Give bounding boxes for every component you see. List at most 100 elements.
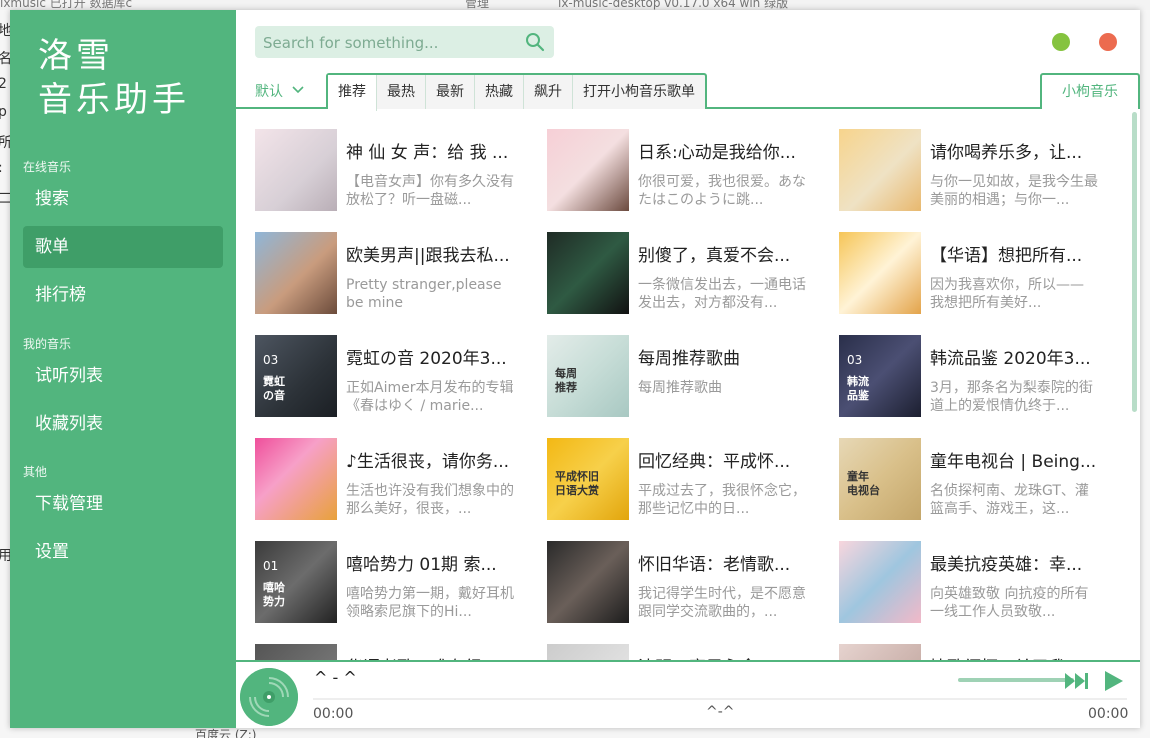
playlist-card[interactable]: 神 仙 女 声：给 我 ... 【电音女声】你有多久没有放松了？听一盘磁... (255, 129, 525, 213)
chevron-down-icon (292, 86, 304, 94)
background-text: lxmusic 已打开 数据库c (0, 0, 133, 10)
scrollbar[interactable] (1132, 112, 1137, 412)
playlist-cover-image[interactable] (255, 129, 337, 211)
main-panel: 默认 推荐 最热 最新 热藏 飙升 打开小枸音乐歌单 小枸音乐 神 仙 女 声：… (236, 10, 1140, 728)
search-icon[interactable] (525, 32, 545, 52)
sidebar-item-leaderboard[interactable]: 排行榜 (23, 274, 223, 316)
playlist-title[interactable]: 情歌缅怀 | 关于我... (930, 653, 1102, 660)
playlist-card[interactable]: 怀旧华语：老情歌... 我记得学生时代，是不愿意跟同学交流歌曲的，... (547, 541, 817, 625)
playlist-title[interactable]: 请你喝养乐多，让... (930, 138, 1102, 163)
sidebar: 洛雪 音乐助手 在线音乐 搜索 歌单 排行榜 我的音乐 试听列表 收藏列表 其他… (10, 10, 236, 728)
minimize-button[interactable] (1052, 33, 1070, 51)
playlist-card[interactable]: 03 韩流 品鉴 韩流品鉴 2020年3... 3月，那条名为梨泰院的街道上的爱恨情仇终… (839, 335, 1109, 419)
playlist-title[interactable]: 别傻了，真爱不会... (638, 241, 810, 266)
playlist-card[interactable]: 别傻了，真爱不会... 一条微信发出去，一通电话发出去，对方都没有... (547, 232, 817, 316)
playlist-title[interactable]: 日系:心动是我给你... (638, 138, 810, 163)
playlist-title[interactable]: 回忆经典：平成怀... (638, 447, 810, 472)
playlist-cover-image[interactable] (547, 644, 629, 660)
sidebar-item-settings[interactable]: 设置 (23, 531, 223, 573)
playlist-title[interactable]: 童年电视台 | Being... (930, 447, 1102, 472)
playlist-cover-image[interactable]: 01 嘻哈 势力 (255, 541, 337, 623)
playlist-cover-image[interactable] (547, 232, 629, 314)
playlist-cover-image[interactable] (255, 438, 337, 520)
playlist-description: 我记得学生时代，是不愿意跟同学交流歌曲的，... (638, 586, 806, 620)
playlist-cover-image[interactable]: 童年 电视台 (839, 438, 921, 520)
playlist-card[interactable]: 请你喝养乐多，让... 与你一见如故，是我今生最美丽的相遇；与你一... (839, 129, 1109, 213)
playlist-cover-image[interactable] (839, 644, 921, 660)
playlist-title[interactable]: 最美抗疫英雄：幸... (930, 550, 1102, 575)
app-logo: 洛雪 音乐助手 (38, 34, 190, 122)
playlist-card[interactable]: 【华语】想把所有... 因为我喜欢你，所以—— 我想把所有美好... (839, 232, 1109, 316)
playlist-description: 3月，那条名为梨泰院的街道上的爱恨情仇终于... (930, 380, 1093, 414)
search-input[interactable] (261, 31, 520, 55)
volume-slider[interactable] (958, 678, 1074, 682)
tab-newest[interactable]: 最新 (426, 75, 475, 109)
desktop-background-top: lxmusic 已打开 数据库c 管理 lx-music-desktop v0.… (0, 0, 1150, 10)
playlist-description: 因为我喜欢你，所以—— 我想把所有美好... (930, 277, 1084, 311)
playlist-cover-image[interactable] (255, 232, 337, 314)
playlist-cover-image[interactable] (547, 129, 629, 211)
playlist-card[interactable]: 03 霓虹 の音 霓虹の音 2020年3... 正如Aimer本月发布的专辑《春はゆく … (255, 335, 525, 419)
tab-rising[interactable]: 飙升 (524, 75, 573, 109)
playlist-cover-image[interactable]: 03 韩流 品鉴 (839, 335, 921, 417)
playlist-cover-image[interactable] (255, 644, 337, 660)
playlist-cover-image[interactable] (839, 232, 921, 314)
playlist-card[interactable]: 情歌缅怀 | 关于我... (839, 644, 1109, 660)
playlist-card[interactable]: 最美抗疫英雄：幸... 向英雄致敬 向抗疫的所有一线工作人员致敬... (839, 541, 1109, 625)
sidebar-item-search[interactable]: 搜索 (23, 178, 223, 220)
sort-dropdown[interactable]: 默认 (255, 81, 304, 101)
tab-hottest[interactable]: 最热 (377, 75, 426, 109)
album-disc-icon[interactable] (240, 668, 298, 726)
cover-text: 推荐 (555, 381, 577, 394)
playlist-card[interactable]: 华语老歌：唯有经... (255, 644, 525, 660)
playlist-title[interactable]: 清明：寄思永念... (638, 653, 810, 660)
playlist-cover-image[interactable]: 每周 推荐 (547, 335, 629, 417)
sidebar-item-downloads[interactable]: 下载管理 (23, 483, 223, 525)
playlist-description: 你很可爱，我也很爱。あなたはこのように跳... (638, 174, 806, 208)
playlist-card[interactable]: 01 嘻哈 势力 嘻哈势力 01期 索... 嘻哈势力第一期，戴好耳机领略索尼旗下的Hi… (255, 541, 525, 625)
track-artist: ^-^ (706, 704, 735, 720)
playlist-card[interactable]: 平成怀旧 日语大赏 回忆经典：平成怀... 平成过去了，我很怀念它，那些记忆中的日..… (547, 438, 817, 522)
sidebar-item-favorites[interactable]: 收藏列表 (23, 403, 223, 445)
app-window: 洛雪 音乐助手 在线音乐 搜索 歌单 排行榜 我的音乐 试听列表 收藏列表 其他… (10, 10, 1140, 728)
close-button[interactable] (1099, 33, 1117, 51)
playlist-cover-image[interactable] (839, 129, 921, 211)
playlist-title[interactable]: 嘻哈势力 01期 索... (346, 550, 518, 575)
tab-recommended[interactable]: 推荐 (328, 75, 377, 111)
playlist-title[interactable]: 华语老歌：唯有经... (346, 653, 518, 660)
progress-bar[interactable] (313, 698, 1127, 700)
playlist-title[interactable]: 怀旧华语：老情歌... (638, 550, 810, 575)
cover-text: 日语大赏 (555, 484, 599, 497)
sort-label: 默认 (255, 84, 283, 100)
playlist-card[interactable]: 每周 推荐 每周推荐歌曲 每周推荐歌曲 (547, 335, 817, 419)
playlist-cover-image[interactable] (547, 541, 629, 623)
tab-bar: 默认 推荐 最热 最新 热藏 飙升 打开小枸音乐歌单 小枸音乐 (236, 73, 1140, 111)
tab-most-collected[interactable]: 热藏 (475, 75, 524, 109)
tab-open-playlist[interactable]: 打开小枸音乐歌单 (573, 75, 705, 109)
next-track-icon[interactable] (1064, 670, 1090, 692)
sidebar-item-trial-list[interactable]: 试听列表 (23, 355, 223, 397)
playlist-title[interactable]: 【华语】想把所有... (930, 241, 1102, 266)
playlist-card[interactable]: 童年 电视台 童年电视台 | Being... 名侦探柯南、龙珠GT、灌篮高手、游戏王… (839, 438, 1109, 522)
playlist-title[interactable]: 神 仙 女 声：给 我 ... (346, 138, 518, 163)
playlist-description: 正如Aimer本月发布的专辑《春はゆく / marie... (346, 380, 514, 414)
playlist-card[interactable]: ♪生活很丧，请你务... 生活也许没有我们想象中的那么美好，很丧，... (255, 438, 525, 522)
background-text: : (0, 160, 3, 176)
source-selector[interactable]: 小枸音乐 (1040, 73, 1140, 109)
playlist-cover-image[interactable]: 平成怀旧 日语大赏 (547, 438, 629, 520)
playlist-cover-image[interactable]: 03 霓虹 の音 (255, 335, 337, 417)
playlist-title[interactable]: 欧美男声||跟我去私... (346, 241, 518, 266)
playlist-title[interactable]: 韩流品鉴 2020年3... (930, 344, 1102, 369)
play-icon[interactable] (1102, 670, 1126, 692)
sidebar-item-playlists[interactable]: 歌单 (23, 226, 223, 268)
cover-text: の音 (263, 389, 285, 402)
playlist-title[interactable]: 每周推荐歌曲 (638, 344, 810, 369)
playlist-card[interactable]: 日系:心动是我给你... 你很可爱，我也很爱。あなたはこのように跳... (547, 129, 817, 213)
playlist-description: 向英雄致敬 向抗疫的所有一线工作人员致敬... (930, 586, 1089, 620)
playlist-cover-image[interactable] (839, 541, 921, 623)
cover-text: 03 (263, 353, 279, 367)
playlist-card[interactable]: 清明：寄思永念... (547, 644, 817, 660)
playlist-title[interactable]: ♪生活很丧，请你务... (346, 447, 518, 472)
playlist-title[interactable]: 霓虹の音 2020年3... (346, 344, 518, 369)
playlist-card[interactable]: 欧美男声||跟我去私... Pretty stranger,please be m… (255, 232, 525, 316)
